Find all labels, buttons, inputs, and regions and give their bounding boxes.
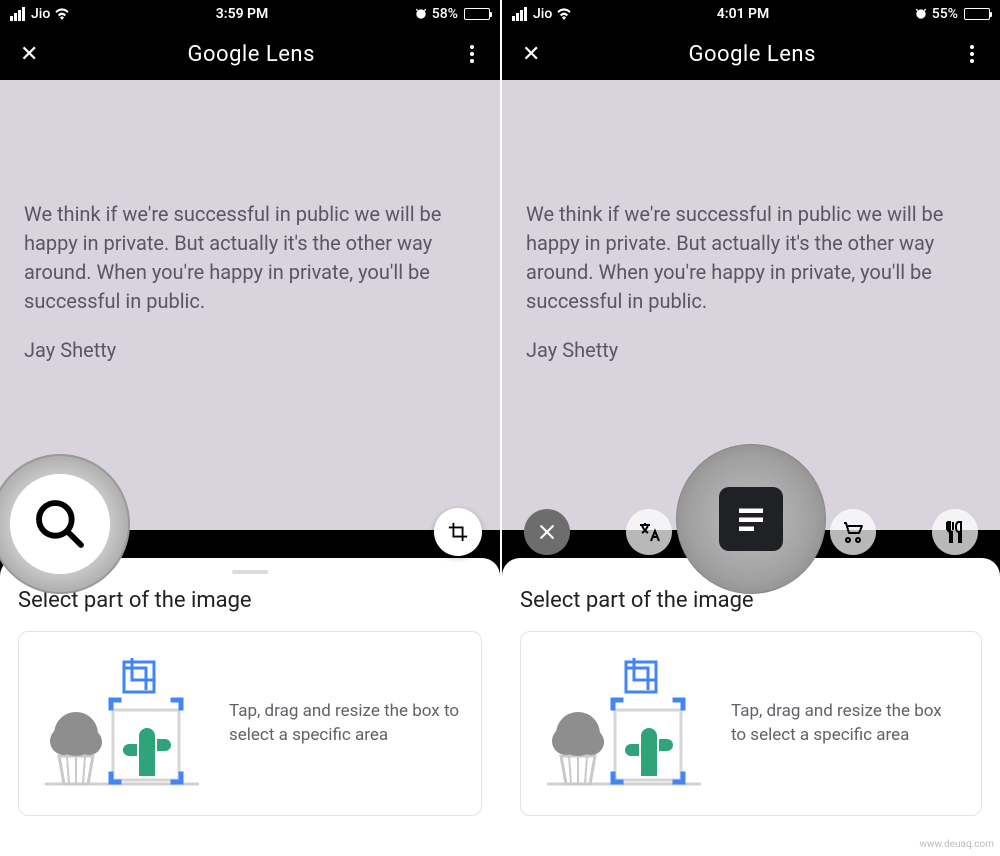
crop-button[interactable]: [434, 508, 482, 556]
hint-card: Tap, drag and resize the box to select a…: [520, 631, 982, 816]
quote-text: We think if we're successful in public w…: [24, 200, 476, 316]
app-header: ✕ Google Lens: [502, 28, 1000, 80]
battery-pct: 55%: [932, 6, 958, 22]
status-right: 55%: [914, 6, 990, 22]
more-icon[interactable]: [464, 39, 480, 69]
quote-author: Jay Shetty: [24, 336, 476, 365]
app-header: ✕ Google Lens: [0, 28, 500, 80]
status-time: 3:59 PM: [216, 6, 269, 22]
signal-icon: [10, 7, 25, 21]
status-left: Jio: [10, 6, 70, 22]
close-icon: [537, 522, 557, 542]
status-left: Jio: [512, 6, 572, 22]
alarm-icon: [414, 7, 428, 21]
carrier-label: Jio: [31, 6, 50, 22]
status-time: 4:01 PM: [717, 6, 770, 22]
app-title: Google Lens: [689, 42, 816, 67]
signal-icon: [512, 7, 527, 21]
quote-text: We think if we're successful in public w…: [526, 200, 976, 316]
hint-card: Tap, drag and resize the box to select a…: [18, 631, 482, 816]
sheet-handle[interactable]: [232, 570, 268, 574]
image-quote: We think if we're successful in public w…: [24, 200, 476, 365]
close-icon[interactable]: ✕: [522, 42, 540, 67]
battery-icon: [964, 8, 990, 20]
status-right: 58%: [414, 6, 490, 22]
carrier-label: Jio: [533, 6, 552, 22]
battery-icon: [464, 8, 490, 20]
crop-illustration: [541, 656, 711, 791]
translate-button[interactable]: [626, 509, 672, 555]
shopping-button[interactable]: [830, 509, 876, 555]
bottom-sheet[interactable]: Select part of the image: [502, 558, 1000, 856]
sheet-title: Select part of the image: [18, 588, 482, 613]
phone-screen-right: Jio 4:01 PM 55% ✕ Google Lens We think i…: [500, 0, 1000, 856]
wifi-icon: [54, 8, 70, 20]
translate-icon: [637, 520, 661, 544]
image-quote: We think if we're successful in public w…: [526, 200, 976, 365]
app-title: Google Lens: [188, 42, 315, 67]
crop-icon: [447, 521, 469, 543]
cart-icon: [841, 520, 865, 544]
alarm-icon: [914, 7, 928, 21]
watermark: www.deuaq.com: [920, 839, 995, 850]
hint-text: Tap, drag and resize the box to select a…: [731, 700, 961, 748]
dining-icon: [943, 520, 967, 544]
dining-button[interactable]: [932, 509, 978, 555]
close-modes-button[interactable]: [524, 509, 570, 555]
bottom-sheet[interactable]: Select part of the image: [0, 558, 500, 856]
battery-pct: 58%: [432, 6, 458, 22]
hint-text: Tap, drag and resize the box to select a…: [229, 700, 461, 748]
close-icon[interactable]: ✕: [20, 42, 38, 67]
crop-illustration: [39, 656, 209, 791]
quote-author: Jay Shetty: [526, 336, 976, 365]
search-icon: [32, 496, 88, 552]
more-icon[interactable]: [964, 39, 980, 69]
text-icon: [733, 501, 769, 537]
text-button-magnified[interactable]: [676, 444, 826, 594]
phone-screen-left: Jio 3:59 PM 58% ✕ Google Lens We think i…: [0, 0, 500, 856]
status-bar: Jio 3:59 PM 58%: [0, 0, 500, 28]
status-bar: Jio 4:01 PM 55%: [502, 0, 1000, 28]
wifi-icon: [556, 8, 572, 20]
